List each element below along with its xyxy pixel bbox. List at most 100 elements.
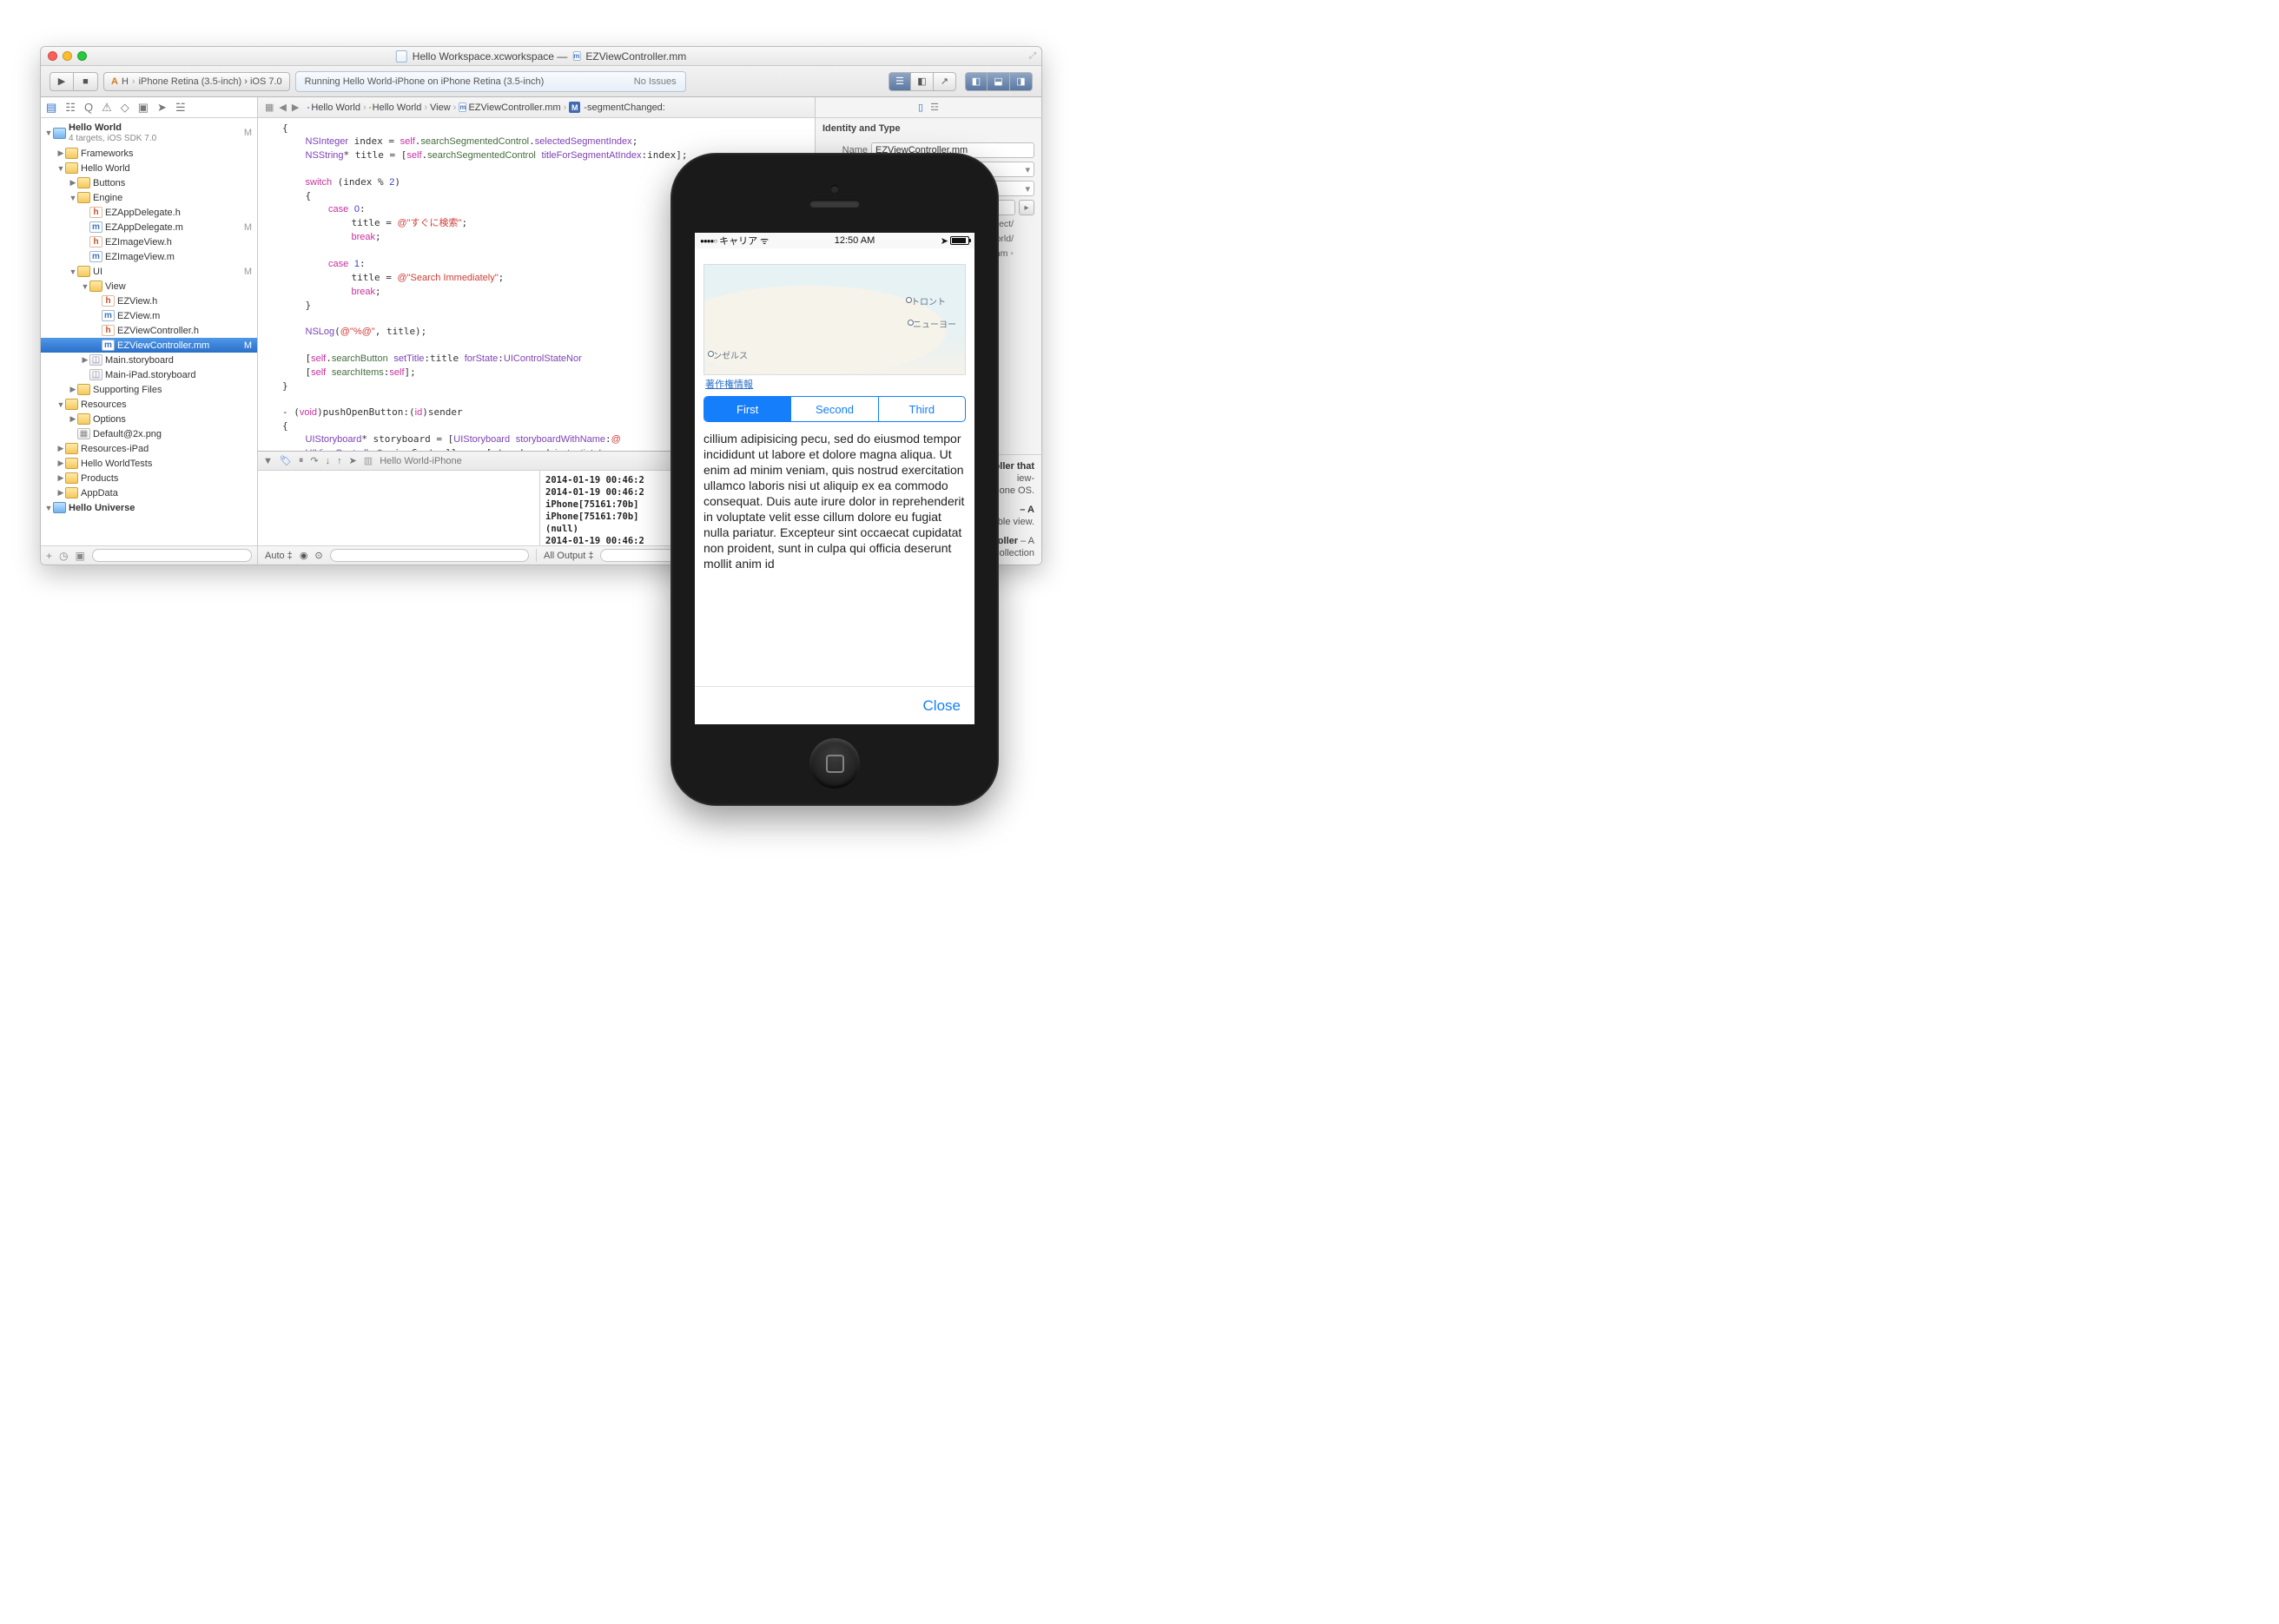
add-button[interactable]: + (46, 550, 52, 562)
filter-field[interactable] (92, 549, 252, 562)
standard-editor-button[interactable]: ☰ (888, 72, 911, 91)
test-navigator-tab[interactable]: ◇ (121, 101, 129, 115)
map-label: ンゼルス (713, 348, 748, 361)
scheme-app: H (122, 76, 129, 87)
issue-navigator-tab[interactable]: ⚠ (102, 101, 112, 115)
titlebar[interactable]: Hello Workspace.xcworkspace — m EZViewCo… (41, 47, 1041, 66)
debug-navigator-tab[interactable]: ▣ (138, 101, 149, 115)
toggle-debug-button[interactable]: ⬓ (988, 72, 1010, 91)
home-button[interactable] (809, 738, 860, 789)
recent-icon[interactable]: ◷ (59, 550, 68, 562)
output-scope[interactable]: All Output ‡ (544, 551, 593, 561)
segmented-control[interactable]: First Second Third (704, 396, 966, 422)
pause-icon[interactable]: ⏸ (299, 455, 304, 466)
file-inspector-tab[interactable]: ▯ (918, 102, 923, 113)
jump-item-2[interactable]: View (430, 102, 451, 113)
m-file-icon: m (572, 51, 580, 61)
tree-row[interactable]: mEZAppDelegate.mM (41, 220, 257, 234)
segment-first[interactable]: First (704, 397, 790, 421)
scheme-dest: iPhone Retina (3.5-inch) › iOS 7.0 (139, 76, 282, 87)
tree-row[interactable]: ▼UIM (41, 264, 257, 279)
variables-filter[interactable] (330, 549, 529, 562)
assistant-editor-button[interactable]: ◧ (911, 72, 934, 91)
tree-row[interactable]: ▶◫Main.storyboard (41, 353, 257, 367)
jump-item-1[interactable]: Hello World (373, 102, 422, 113)
breakpoint-navigator-tab[interactable]: ➤ (157, 101, 167, 115)
tree-project-root[interactable]: ▼Hello World4 targets, iOS SDK 7.0M (41, 120, 257, 146)
map-pin (906, 297, 912, 303)
close-window-button[interactable] (48, 51, 57, 61)
close-button[interactable]: Close (695, 686, 974, 724)
breakpoint-toggle-icon[interactable]: 🏷 (280, 455, 292, 466)
back-button[interactable]: ◀ (279, 102, 286, 113)
tree-row[interactable]: ▼Resources (41, 397, 257, 412)
tree-row[interactable]: hEZImageView.h (41, 234, 257, 249)
issues-text: No Issues (634, 76, 677, 87)
step-out-icon[interactable]: ↑ (337, 456, 342, 466)
folder-icon (369, 107, 371, 109)
tree-row[interactable]: ▶Hello WorldTests (41, 456, 257, 471)
variables-view[interactable] (258, 471, 540, 545)
tree-row[interactable]: hEZView.h (41, 294, 257, 308)
zoom-window-button[interactable] (77, 51, 87, 61)
step-over-icon[interactable]: ↷ (310, 455, 318, 466)
tree-row[interactable]: mEZViewController.mmM (41, 338, 257, 353)
tree-row[interactable]: ▼Hello Universe (41, 500, 257, 515)
run-button[interactable]: ▶ (50, 72, 74, 91)
navigator-footer: + ◷ ▣ (41, 545, 257, 564)
jump-method[interactable]: -segmentChanged: (584, 102, 665, 113)
tree-row[interactable]: hEZViewController.h (41, 323, 257, 338)
segment-third[interactable]: Third (878, 397, 965, 421)
simulator-screen: キャリア ᯤ 12:50 AM ➤ トロントニューヨーンゼルス 著作権情報 Fi… (695, 233, 974, 724)
tree-row[interactable]: ▼Hello World (41, 161, 257, 175)
status-text: Running Hello World-iPhone on iPhone Ret… (305, 76, 545, 87)
symbol-navigator-tab[interactable]: ☷ (65, 101, 76, 115)
process-name[interactable]: Hello World-iPhone (380, 456, 462, 466)
tree-row[interactable]: ▶Frameworks (41, 146, 257, 161)
project-tree[interactable]: ▼Hello World4 targets, iOS SDK 7.0M▶Fram… (41, 118, 257, 545)
jump-bar[interactable]: ▦ ◀ ▶ Hello World› Hello World› View› m … (258, 97, 815, 118)
tree-row[interactable]: hEZAppDelegate.h (41, 205, 257, 220)
quick-help-tab[interactable]: ☲ (930, 102, 939, 113)
toggle-inspector-button[interactable]: ◨ (1010, 72, 1033, 91)
tree-row[interactable]: ▶Products (41, 471, 257, 485)
tree-row[interactable]: ▶Buttons (41, 175, 257, 190)
tree-row[interactable]: mEZView.m (41, 308, 257, 323)
quicklook-icon[interactable]: ◉ (300, 550, 308, 561)
minimize-window-button[interactable] (63, 51, 72, 61)
tree-row[interactable]: ◫Main-iPad.storyboard (41, 367, 257, 382)
fullscreen-icon[interactable]: ⤢ (1029, 51, 1036, 61)
log-navigator-tab[interactable]: ☱ (175, 101, 186, 115)
map-attribution-link[interactable]: 著作権情報 (705, 377, 964, 391)
version-editor-button[interactable]: ↗ (934, 72, 956, 91)
sim-location-icon[interactable]: ➤ (349, 455, 357, 466)
related-items-icon[interactable]: ▦ (265, 102, 274, 113)
tree-row[interactable]: ▶Resources-iPad (41, 441, 257, 456)
jump-item-3[interactable]: EZViewController.mm (468, 102, 560, 113)
activity-status-bvariable: Running Hello World-iPhone on iPhone Ret… (295, 71, 686, 92)
tree-row[interactable]: ▦Default@2x.png (41, 426, 257, 441)
variables-scope[interactable]: Auto ‡ (265, 551, 293, 561)
scm-icon[interactable]: ▣ (76, 550, 85, 562)
forward-button[interactable]: ▶ (292, 102, 299, 113)
step-in-icon[interactable]: ↓ (326, 456, 331, 466)
tree-row[interactable]: ▼View (41, 279, 257, 294)
stop-button[interactable]: ■ (74, 72, 98, 91)
find-navigator-tab[interactable]: Q (84, 101, 93, 114)
choose-path-button[interactable]: ▸ (1019, 200, 1034, 215)
tree-row[interactable]: mEZImageView.m (41, 249, 257, 264)
print-icon[interactable]: ⊙ (314, 550, 322, 561)
text-view[interactable]: cillium adipisicing pecu, sed do eiusmod… (704, 431, 966, 686)
toggle-debug-area-icon[interactable]: ▼ (263, 456, 273, 466)
tree-row[interactable]: ▶AppData (41, 485, 257, 500)
toggle-navigator-button[interactable]: ◧ (965, 72, 988, 91)
scheme-selector[interactable]: A H › iPhone Retina (3.5-inch) › iOS 7.0 (103, 72, 290, 91)
tree-row[interactable]: ▶Options (41, 412, 257, 426)
tree-row[interactable]: ▼Engine (41, 190, 257, 205)
titlebar-title: Hello Workspace.xcworkspace — m EZViewCo… (396, 50, 686, 63)
jump-item-0[interactable]: Hello World (311, 102, 360, 113)
segment-second[interactable]: Second (790, 397, 877, 421)
map-view[interactable]: トロントニューヨーンゼルス (704, 264, 966, 375)
project-navigator-tab[interactable]: ▤ (46, 101, 56, 115)
tree-row[interactable]: ▶Supporting Files (41, 382, 257, 397)
